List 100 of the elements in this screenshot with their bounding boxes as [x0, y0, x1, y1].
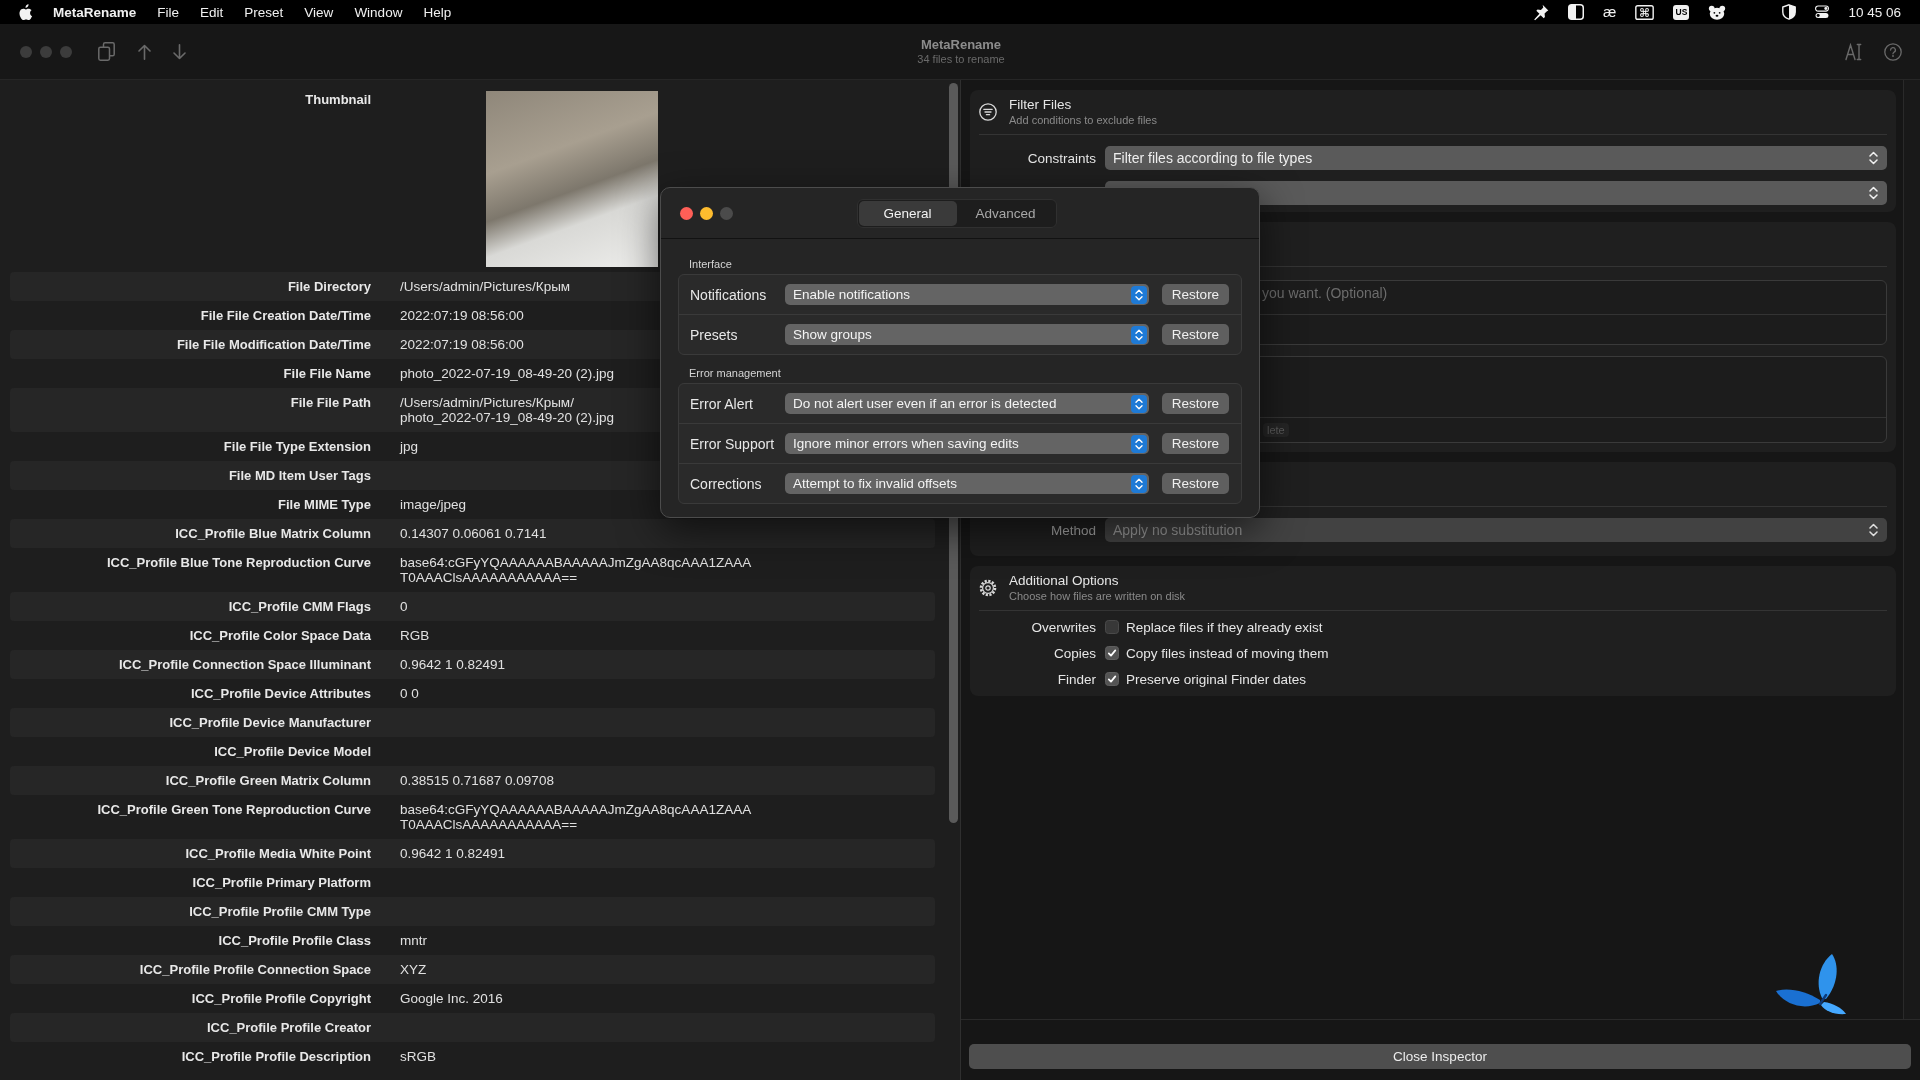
apple-logo-icon[interactable]: [19, 3, 33, 21]
tab[interactable]: General: [858, 200, 957, 226]
setting-label: Presets: [690, 326, 739, 343]
field-value: image/jpeg: [400, 497, 467, 512]
stepper-icon: [1869, 186, 1878, 200]
field-label: File File Creation Date/Time: [200, 308, 371, 323]
help-icon[interactable]: [1884, 42, 1902, 61]
field-label: Constraints: [1027, 150, 1096, 166]
field-label: File MIME Type: [278, 497, 371, 512]
field-label: ICC_Profile Profile Creator: [207, 1020, 371, 1035]
field-label: ICC_Profile Profile CMM Type: [189, 904, 371, 919]
constraints-dropdown[interactable]: Filter files according to file types: [1105, 146, 1887, 170]
field-value: photo_2022-07-19_08-49-20 (2).jpg: [400, 366, 614, 381]
field-value: 0.9642 1 0.82491: [400, 846, 506, 861]
setting-label: Notifications: [690, 286, 768, 303]
restore-button[interactable]: Restore: [1162, 324, 1229, 345]
window-title: MetaRename: [920, 36, 1002, 53]
field-label: Thumbnail: [305, 92, 371, 107]
copy-icon[interactable]: [98, 42, 115, 61]
option-label: Copies: [1053, 645, 1096, 661]
close-inspector-button[interactable]: Close Inspector: [969, 1044, 1911, 1069]
stepper-icon: [1131, 285, 1147, 304]
shield-icon[interactable]: [1782, 4, 1797, 20]
zoom-button[interactable]: [720, 206, 733, 220]
setting-label: Corrections: [690, 475, 763, 492]
field-label: ICC_Profile Device Manufacturer: [169, 715, 371, 730]
setting-dropdown[interactable]: Show groups: [785, 324, 1149, 345]
pin-icon[interactable]: [1532, 3, 1550, 21]
field-value: jpg: [400, 439, 418, 454]
menu-item[interactable]: Edit: [200, 4, 224, 20]
setting-dropdown[interactable]: Enable notifications: [785, 284, 1149, 305]
field-value: 0 0: [400, 686, 419, 701]
field-label: ICC_Profile Color Space Data: [189, 628, 371, 643]
checkbox[interactable]: [1105, 672, 1119, 686]
field-label: ICC_Profile Media White Point: [185, 846, 371, 861]
field-label: ICC_Profile Profile Class: [218, 933, 371, 948]
field-label: ICC_Profile Green Tone Reproduction Curve: [97, 802, 371, 817]
field-value: base64:cGFyYQAAAAAABAAAAAJmZgAA8qcAAA1ZAAA T0AAAClsAAAAAAAAAAA==: [400, 555, 752, 585]
menu-item[interactable]: Help: [423, 4, 452, 20]
input-method-label[interactable]: æ: [1603, 4, 1617, 20]
stepper-icon: [1869, 151, 1878, 165]
menu-item[interactable]: Preset: [244, 4, 284, 20]
restore-button[interactable]: Restore: [1162, 433, 1229, 454]
field-value: base64:cGFyYQAAAAAABAAAAAJmZgAA8qcAAA1ZAAA T0AAAClsAAAAAAAAAAA==: [400, 802, 752, 832]
filter-icon: [979, 103, 997, 121]
checkbox[interactable]: [1105, 620, 1119, 634]
keyboard-layout-label[interactable]: US: [1673, 4, 1690, 20]
field-label: ICC_Profile Device Attributes: [190, 686, 371, 701]
menu-item[interactable]: File: [157, 4, 180, 20]
down-arrow-icon[interactable]: [173, 43, 186, 60]
field-label: ICC_Profile Profile Copyright: [191, 991, 371, 1006]
field-label: ICC_Profile Profile Connection Space: [139, 962, 371, 977]
section-subtitle: Choose how files are written on disk: [1009, 589, 1186, 603]
app-menu[interactable]: MetaRename: [53, 4, 137, 20]
field-value: /Users/admin/Pictures/Крым: [400, 279, 571, 294]
setting-dropdown[interactable]: Attempt to fix invalid offsets: [785, 473, 1149, 494]
gear-icon: [979, 579, 997, 597]
stepper-icon: [1131, 474, 1147, 493]
setting-dropdown[interactable]: Ignore minor errors when saving edits: [785, 433, 1149, 454]
field-label: File File Name: [283, 366, 371, 381]
checkbox-label[interactable]: Replace files if they already exist: [1126, 619, 1323, 635]
clock[interactable]: 10 45 06: [1848, 4, 1901, 20]
menu-item[interactable]: Window: [354, 4, 403, 20]
up-arrow-icon[interactable]: [138, 43, 151, 60]
restore-button[interactable]: Restore: [1162, 473, 1229, 494]
field-label: File File Path: [290, 395, 371, 410]
stepper-icon: [1131, 394, 1147, 413]
field-value: 0: [400, 599, 408, 614]
section-title: Additional Options: [1009, 573, 1120, 590]
stepper-icon: [1131, 434, 1147, 453]
setting-label: Error Support: [690, 435, 776, 452]
section-label: Error management: [689, 367, 781, 380]
restore-button[interactable]: Restore: [1162, 284, 1229, 305]
field-value: 0.14307 0.06061 0.7141: [400, 526, 547, 541]
field-value: 2022:07:19 08:56:00: [400, 308, 524, 323]
close-button[interactable]: [680, 206, 693, 220]
field-value: mntr: [400, 933, 427, 948]
field-label: File Directory: [287, 279, 371, 294]
checkbox[interactable]: [1105, 646, 1119, 660]
field-label: ICC_Profile Blue Tone Reproduction Curve: [106, 555, 371, 570]
restore-button[interactable]: Restore: [1162, 393, 1229, 414]
menu-item[interactable]: View: [304, 4, 334, 20]
tab[interactable]: Advanced: [956, 200, 1055, 226]
stepper-icon: [1869, 523, 1878, 537]
field-label: ICC_Profile Blue Matrix Column: [175, 526, 371, 541]
checkbox-label[interactable]: Preserve original Finder dates: [1126, 671, 1307, 687]
section-subtitle: Add conditions to exclude files: [1009, 113, 1157, 127]
contrast-icon[interactable]: [1568, 4, 1585, 20]
command-key-icon[interactable]: [1635, 4, 1655, 20]
text-format-icon[interactable]: [1845, 42, 1863, 61]
section-label: Interface: [689, 258, 732, 271]
bear-icon[interactable]: [1708, 4, 1727, 20]
section-title: Filter Files: [1009, 97, 1073, 114]
checkbox-label[interactable]: Copy files instead of moving them: [1126, 645, 1329, 661]
option-label: Overwrites: [1031, 619, 1096, 635]
field-value: XYZ: [400, 962, 427, 977]
minimize-button[interactable]: [700, 206, 713, 220]
setting-dropdown[interactable]: Do not alert user even if an error is detected: [785, 393, 1149, 414]
field-label: File MD Item User Tags: [228, 468, 371, 483]
toggles-icon[interactable]: [1815, 5, 1830, 19]
